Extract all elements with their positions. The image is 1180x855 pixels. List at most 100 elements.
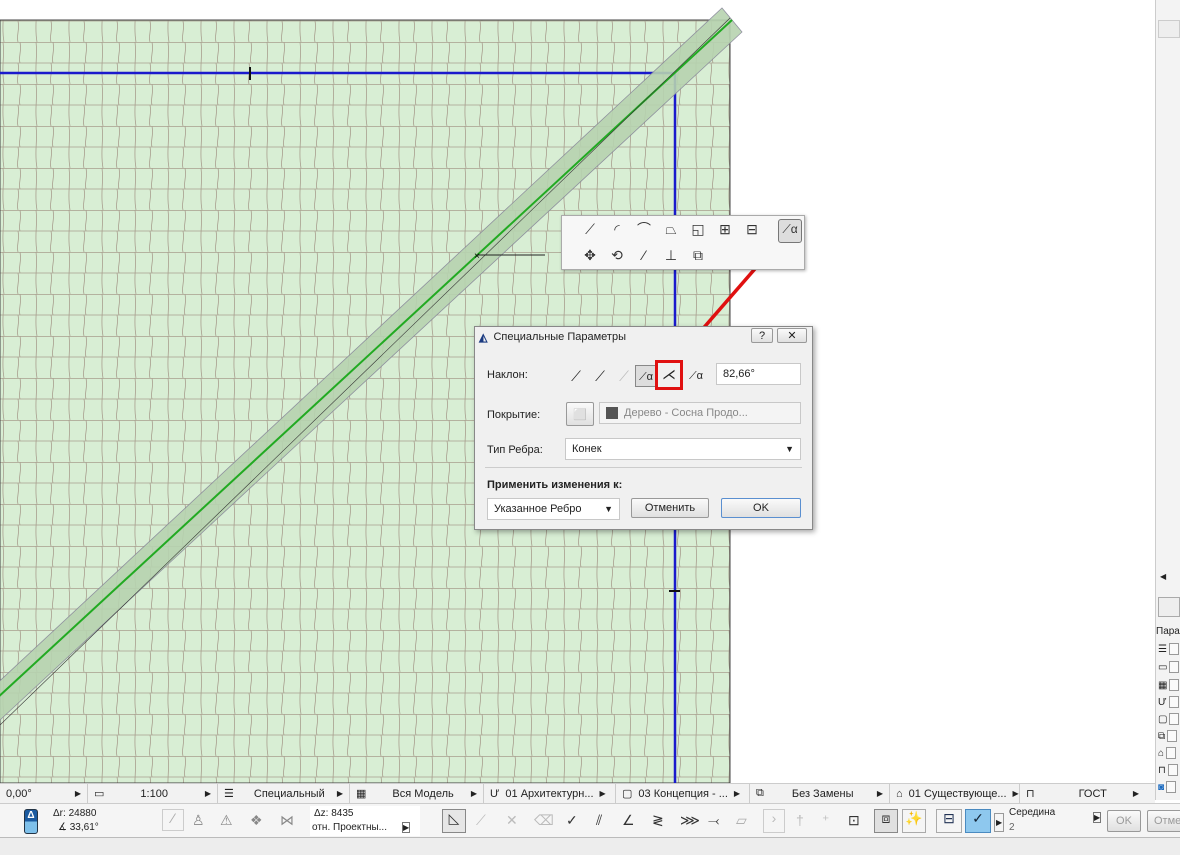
renovation-select[interactable]: ⌂ 01 Существующе... ▶	[890, 783, 1020, 804]
move-icon[interactable]: ✥	[580, 246, 600, 264]
eraser-icon[interactable]: ⌫	[534, 812, 554, 829]
view-row[interactable]: ▢	[1158, 712, 1180, 726]
model-view-select[interactable]: ▦ Вся Модель ▶	[350, 783, 484, 804]
layers-row[interactable]: ☰	[1158, 642, 1180, 656]
arrow-right-icon[interactable]: ▶	[1093, 812, 1102, 823]
angle-icon[interactable]: ∠	[622, 812, 635, 829]
slope-angle-input[interactable]: 82,66°	[716, 363, 801, 385]
cover-override-button[interactable]: ⬜	[566, 402, 594, 426]
view-select[interactable]: ▢ 03 Концепция - ... ▶	[616, 783, 750, 804]
rotate-icon[interactable]: ⟲	[607, 246, 627, 264]
apply-scope-select[interactable]: Указанное Ребро ▼	[487, 498, 620, 520]
arrow-right-icon: ▶	[74, 789, 81, 798]
layers-value: Специальный	[253, 787, 325, 800]
arrow-right-icon[interactable]: ▶	[402, 822, 411, 833]
dialog-title: Специальные Параметры	[493, 331, 626, 343]
copy-icon[interactable]: ⧉	[688, 246, 708, 264]
snap-mode-value[interactable]: Середина	[1009, 807, 1055, 818]
offset-edge-icon[interactable]: ⏢	[661, 220, 681, 238]
add-polygon-icon[interactable]: ⊞	[715, 220, 735, 238]
model-row[interactable]: ▦	[1158, 678, 1180, 692]
slope-angle-icon[interactable]: ⟋α	[635, 365, 657, 387]
subtract-polygon-icon[interactable]: ⊟	[742, 220, 762, 238]
slope-option-1-icon[interactable]: ⟋	[565, 365, 587, 387]
custom-settings-icon[interactable]: ⟋α	[778, 219, 802, 243]
curve-edge-icon[interactable]: ◜	[607, 220, 627, 238]
bounding-box-icon[interactable]: ⊡	[848, 812, 860, 829]
offset-all-icon[interactable]: ◱	[688, 220, 708, 238]
gravity-slab-icon[interactable]: ♙	[192, 812, 205, 829]
guide-cross-icon[interactable]: ✕	[506, 812, 518, 829]
pen-icon: Ư	[490, 787, 500, 800]
point-snap-icon[interactable]: ›	[763, 809, 785, 833]
delta-toggle[interactable]: Δ	[24, 809, 38, 834]
override-select[interactable]: ⧉ Без Замены ▶	[750, 783, 890, 804]
gable-slope-icon[interactable]: ⋌	[655, 360, 683, 390]
zoom-row[interactable]: ◙	[1158, 780, 1180, 794]
arrow-right-icon[interactable]: ▶	[994, 813, 1005, 832]
guide-lines-icon[interactable]: ◺	[442, 809, 466, 833]
close-button[interactable]: ✕	[777, 328, 807, 343]
scale-icon: ▭	[94, 788, 105, 800]
panel-button-2[interactable]	[1158, 597, 1180, 617]
layer-combo-select[interactable]: ☰ Специальный ▶	[218, 783, 350, 804]
single-edge-icon[interactable]: ✓	[566, 812, 578, 829]
intersection-icon[interactable]: ⤙	[708, 812, 719, 829]
dialog-titlebar[interactable]: ◭ Специальные Параметры ? ✕	[475, 327, 812, 347]
arrow-right-icon: ▶	[599, 789, 606, 798]
gravity-roof-icon[interactable]: ⚠	[220, 812, 233, 829]
slope-angle-alt-icon[interactable]: ⟋α	[685, 365, 707, 387]
pen-row[interactable]: Ư	[1158, 695, 1180, 709]
snap-guide-icon[interactable]: ⊟	[936, 809, 962, 833]
midpoint-icon[interactable]: †	[796, 812, 804, 828]
dimension-row[interactable]: ⊓	[1158, 763, 1180, 777]
parallel-icon[interactable]: ⫽	[596, 812, 602, 829]
arrow-right-icon: ▶	[733, 789, 741, 798]
pen-set-select[interactable]: Ư 01 Архитектурн... ▶	[484, 783, 616, 804]
gravity-mesh-icon[interactable]: ⋈	[280, 812, 294, 829]
angle-value[interactable]: ∡ 33,61°	[58, 822, 99, 833]
scale-row[interactable]: ▭	[1158, 660, 1180, 674]
delta-z-value[interactable]: Δz: 8435	[314, 808, 353, 819]
dimension-select[interactable]: ⊓ ГОСТ ▶	[1020, 784, 1145, 804]
magic-wand-icon[interactable]: ✨	[902, 809, 926, 833]
layers-icon: ☰	[224, 788, 234, 800]
panel-button[interactable]	[1158, 20, 1180, 38]
extend-icon[interactable]: ⁺	[822, 812, 829, 829]
gravity-shell-icon[interactable]: ❖	[250, 812, 263, 829]
coord-cancel-button[interactable]: Отме	[1147, 810, 1180, 832]
snap-number[interactable]: 2	[1009, 822, 1015, 833]
arc-edge-icon[interactable]: ⌒	[634, 220, 654, 238]
gravity-off-icon[interactable]: ⁄	[162, 809, 184, 831]
override-row[interactable]: ⧉	[1158, 729, 1180, 743]
delta-r-value[interactable]: Δr: 24880	[53, 808, 96, 819]
rotation-angle[interactable]: 0,00° ▶	[0, 783, 88, 804]
guide-point-icon[interactable]: ⟋	[476, 812, 486, 829]
arrow-right-icon: ▶	[470, 789, 477, 798]
select-box-icon[interactable]: ⧈	[874, 809, 898, 833]
slope-label: Наклон:	[487, 369, 528, 381]
scale-select[interactable]: ▭ 1:100 ▶	[88, 783, 218, 804]
slope-option-3-icon[interactable]: ⟋	[613, 365, 635, 387]
elevate-icon[interactable]: ⊥	[661, 246, 681, 264]
reference-level[interactable]: отн. Проектны...	[312, 822, 387, 833]
arrow-right-icon: ▶	[1132, 789, 1139, 798]
help-button[interactable]: ?	[751, 328, 773, 343]
zigzag-icon[interactable]: ≷	[652, 812, 664, 829]
edge-type-select[interactable]: Конек ▼	[565, 438, 801, 460]
scroll-left-icon[interactable]: ◀	[1160, 572, 1166, 581]
double-zigzag-icon[interactable]: ⋙	[680, 812, 700, 829]
add-point-icon[interactable]: ⟋	[580, 220, 600, 238]
cancel-button[interactable]: Отменить	[631, 498, 709, 518]
coord-ok-button[interactable]: OK	[1107, 810, 1141, 832]
mirror-icon[interactable]: ⁄	[634, 246, 654, 264]
arrow-right-icon: ▶	[876, 789, 883, 798]
edge-type-label: Тип Ребра:	[487, 444, 543, 456]
snap-check-icon[interactable]: ✓	[965, 809, 991, 833]
dimension-value: ГОСТ	[1078, 787, 1107, 800]
slope-option-2-icon[interactable]: ⟋	[589, 365, 611, 387]
renovation-row[interactable]: ⌂	[1158, 746, 1180, 760]
ok-button[interactable]: OK	[721, 498, 801, 518]
surface-icon[interactable]: ▱	[736, 812, 747, 829]
cover-material-select[interactable]: Дерево - Сосна Продо...	[599, 402, 801, 424]
